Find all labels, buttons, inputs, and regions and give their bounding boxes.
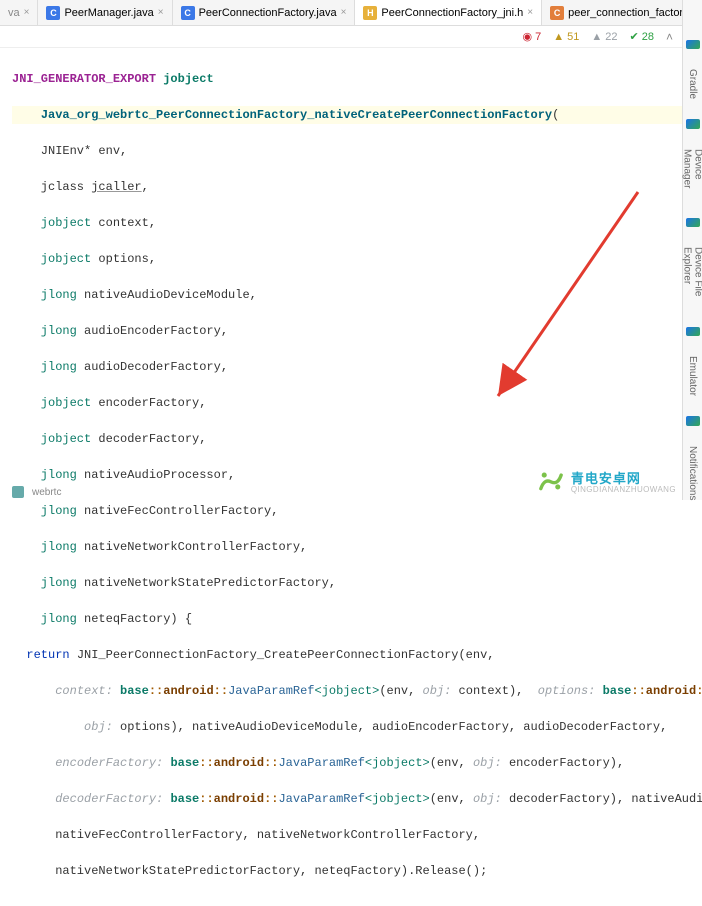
chevron-up-icon[interactable]: ˄	[666, 30, 673, 44]
macro-token: JNI_GENERATOR_EXPORT	[12, 72, 156, 86]
error-badge[interactable]: ◉7	[522, 30, 541, 43]
error-icon: ◉	[522, 30, 532, 43]
watermark-logo-icon	[537, 470, 565, 492]
right-tool-strip: Gradle Device Manager Device File Explor…	[682, 0, 702, 500]
module-icon	[12, 486, 24, 498]
tab-label: PeerConnectionFactory_jni.h	[381, 7, 523, 19]
tab-peerconnectionfactory-jni-h[interactable]: H PeerConnectionFactory_jni.h ×	[355, 0, 542, 25]
device-manager-icon[interactable]	[686, 119, 700, 128]
check-icon: ✔	[630, 30, 639, 43]
status-text: webrtc	[32, 487, 61, 498]
toolwindow-device-manager[interactable]: Device Manager	[682, 149, 702, 198]
watermark-subtitle: QINGDIANANZHUOWANG	[571, 485, 676, 494]
toolwindow-emulator[interactable]: Emulator	[687, 356, 698, 396]
tab-peer-connection-factory-cc[interactable]: C peer_connection_factory.cc ×	[542, 0, 702, 25]
notifications-icon[interactable]	[686, 416, 700, 425]
java-file-icon: C	[46, 6, 60, 20]
editor-tab-bar: va × C PeerManager.java × C PeerConnecti…	[0, 0, 702, 26]
close-icon[interactable]: ×	[341, 7, 347, 18]
warning-badge[interactable]: ▲51	[553, 31, 579, 43]
function-name: Java_org_webrtc_PeerConnectionFactory_na…	[41, 108, 552, 122]
status-bar: webrtc	[12, 486, 61, 498]
code-line: nativeFecControllerFactory, nativeNetwor…	[12, 826, 690, 844]
ok-badge[interactable]: ✔28	[630, 30, 654, 43]
close-icon[interactable]: ×	[158, 7, 164, 18]
toolwindow-device-file-explorer[interactable]: Device File Explorer	[682, 247, 702, 307]
watermark: 青电安卓网 QINGDIANANZHUOWANG	[537, 468, 676, 494]
weak-warning-icon: ▲	[591, 31, 602, 43]
java-file-icon: C	[181, 6, 195, 20]
cpp-file-icon: C	[550, 6, 564, 20]
tab-label: PeerManager.java	[64, 7, 153, 19]
code-line: nativeNetworkStatePredictorFactory, nete…	[12, 862, 690, 880]
emulator-icon[interactable]	[686, 327, 700, 336]
warning-icon: ▲	[553, 31, 564, 43]
tab-peermanager[interactable]: va ×	[0, 0, 38, 25]
close-icon[interactable]: ×	[527, 7, 533, 18]
type-token: jobject	[163, 72, 213, 86]
device-file-explorer-icon[interactable]	[686, 218, 700, 227]
toolwindow-gradle[interactable]: Gradle	[687, 69, 698, 99]
inspection-bar: ◉7 ▲51 ▲22 ✔28 ˄ ˅	[0, 26, 702, 48]
tab-partial-label: va	[8, 7, 20, 19]
tab-label: PeerConnectionFactory.java	[199, 7, 337, 19]
code-line: JNIEnv* env,	[12, 142, 690, 160]
weak-warning-badge[interactable]: ▲22	[591, 31, 617, 43]
header-file-icon: H	[363, 6, 377, 20]
toolwindow-notifications[interactable]: Notifications	[687, 446, 698, 500]
gradle-icon[interactable]	[686, 40, 700, 49]
tab-peermanager-java[interactable]: C PeerManager.java ×	[38, 0, 172, 25]
tab-peerconnectionfactory-java[interactable]: C PeerConnectionFactory.java ×	[173, 0, 356, 25]
close-icon[interactable]: ×	[24, 7, 30, 18]
